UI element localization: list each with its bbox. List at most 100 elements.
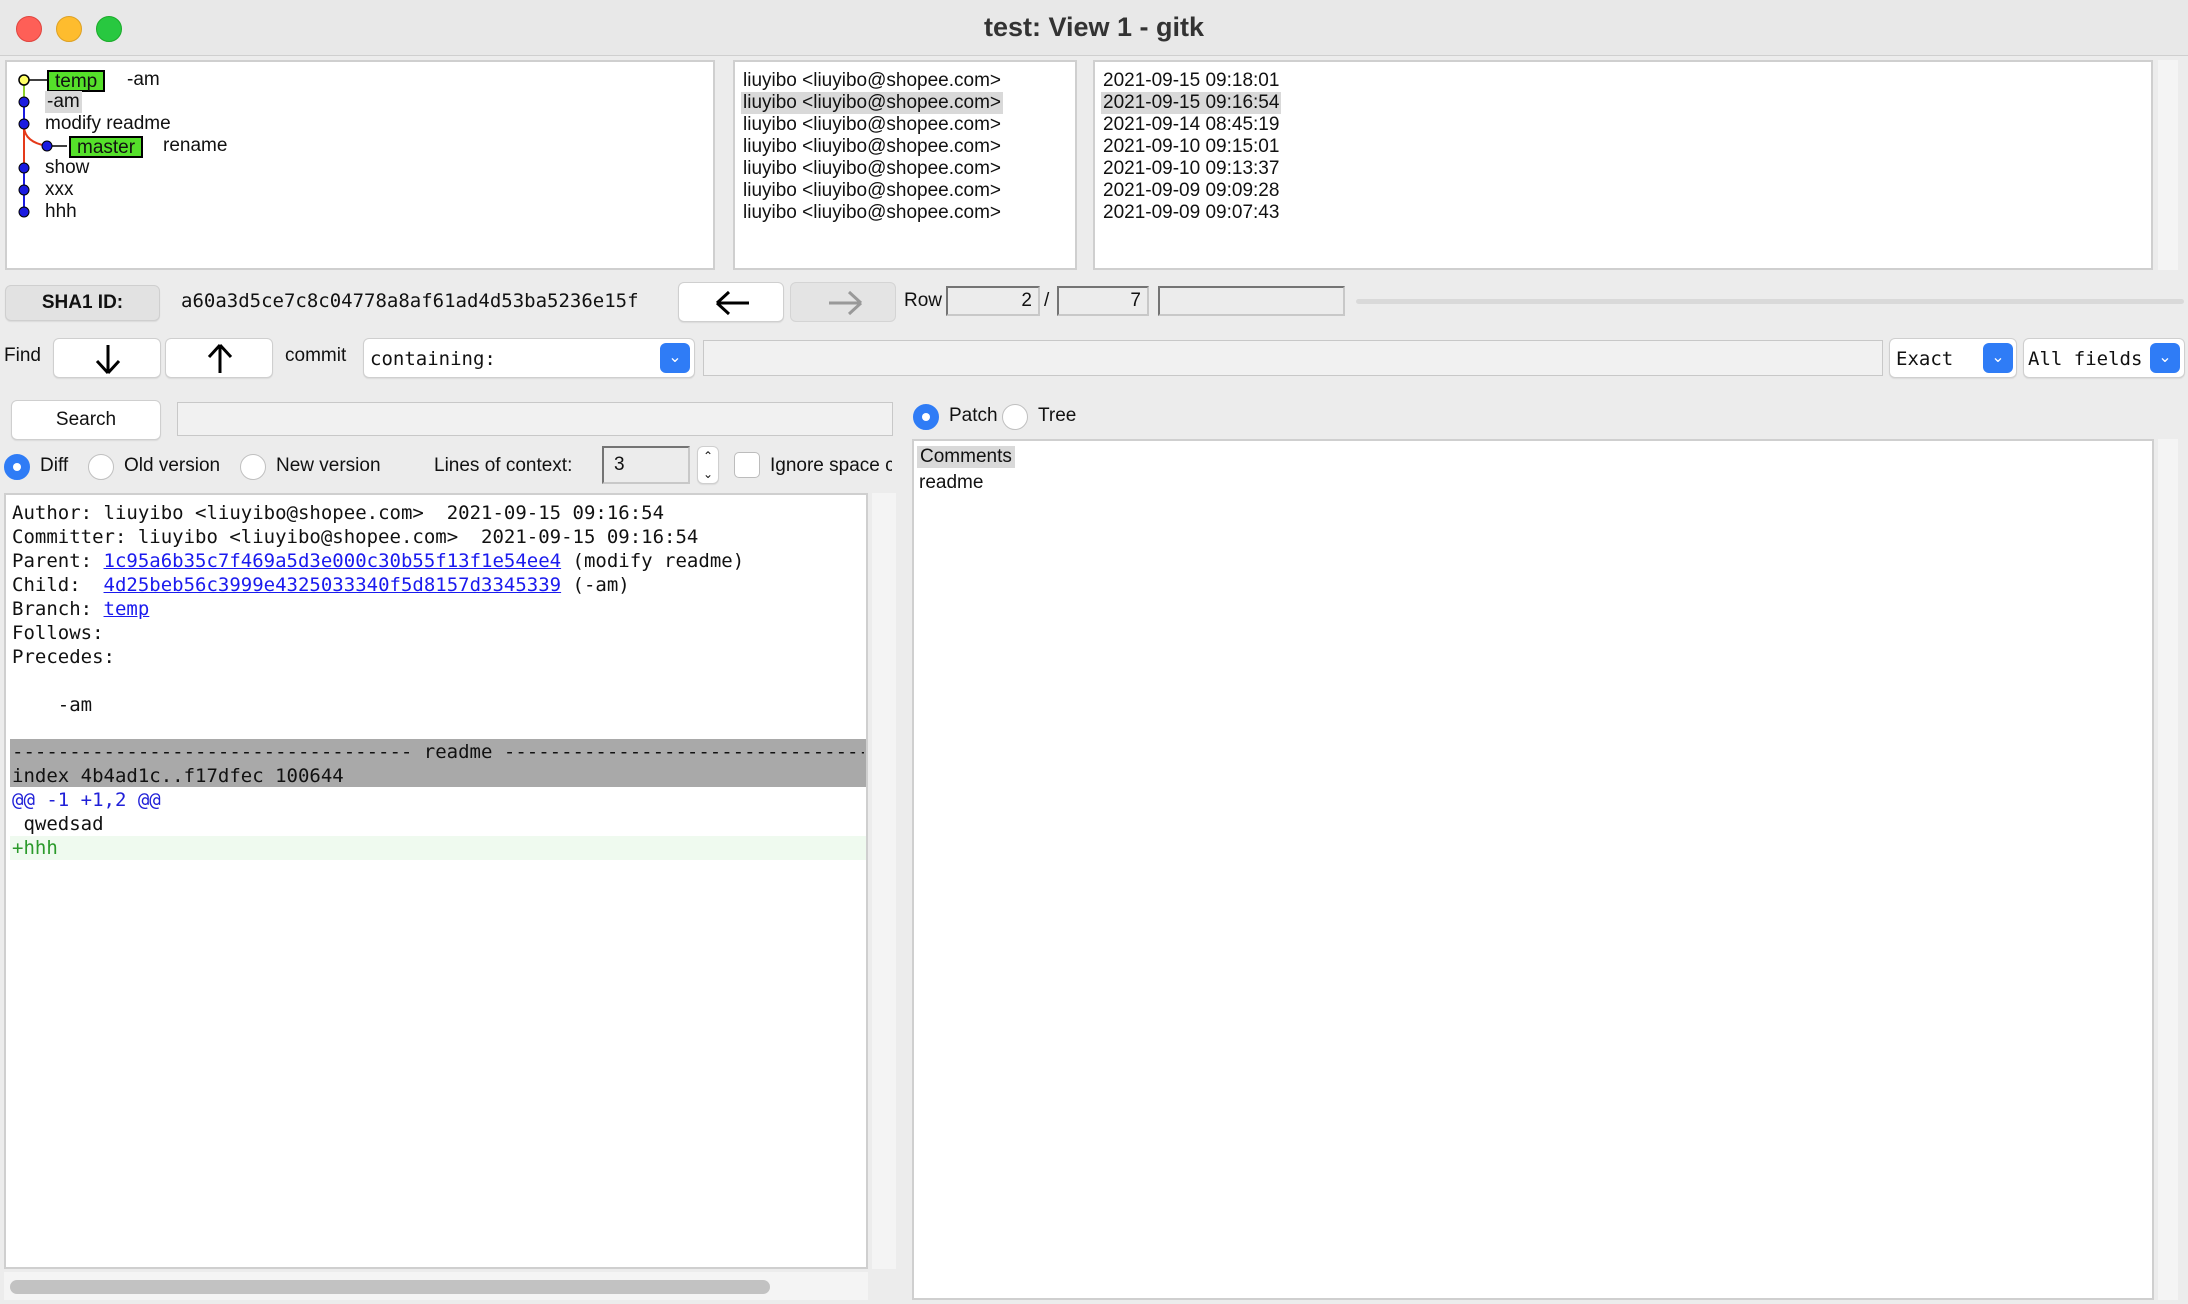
context-stepper[interactable]: ⌃ ⌄	[697, 446, 719, 484]
author-item[interactable]: liuyibo <liuyibo@shopee.com>	[743, 158, 1001, 180]
diff-radio[interactable]	[4, 454, 30, 480]
graph-node	[41, 140, 53, 152]
find-next-button[interactable]	[53, 338, 161, 378]
added-line-background	[10, 836, 866, 860]
graph-node	[18, 206, 30, 218]
search-button[interactable]: Search	[11, 400, 161, 440]
parent-hash-link[interactable]: 1c95a6b35c7f469a5d3e000c30b55f13f1e54ee4	[104, 550, 562, 572]
find-type-select[interactable]: containing:	[363, 338, 695, 378]
date-item[interactable]: 2021-09-09 09:07:43	[1103, 202, 1279, 224]
commit-graph-pane[interactable]: temp -am -am modify readme master rename…	[5, 60, 715, 270]
title-bar: test: View 1 - gitk	[0, 0, 2188, 56]
arrow-right-icon	[829, 290, 863, 316]
find-commit-label: commit	[285, 345, 347, 366]
commit-subject[interactable]: xxx	[45, 179, 74, 201]
row-current-field: 2	[946, 286, 1040, 316]
date-item[interactable]: 2021-09-14 08:45:19	[1103, 114, 1279, 136]
chevron-down-icon[interactable]: ⌄	[1983, 343, 2013, 373]
file-list-scrollbar[interactable]	[2158, 439, 2178, 1300]
progress-bar	[1356, 299, 2184, 304]
patch-radio[interactable]	[913, 404, 939, 430]
commit-message: -am	[12, 694, 93, 716]
search-input[interactable]	[177, 402, 893, 436]
author-label: Author:	[12, 502, 93, 524]
file-list-header[interactable]: Comments	[917, 446, 1015, 468]
author-item[interactable]: liuyibo <liuyibo@shopee.com>	[743, 136, 1001, 158]
old-version-radio[interactable]	[88, 454, 114, 480]
context-spinbox[interactable]: 3	[602, 446, 690, 484]
new-version-radio[interactable]	[240, 454, 266, 480]
commit-subject[interactable]: -am	[127, 69, 160, 91]
graph-node	[18, 184, 30, 196]
chevron-down-icon[interactable]: ⌄	[660, 343, 690, 373]
child-message: (-am)	[572, 574, 630, 596]
author-item[interactable]: liuyibo <liuyibo@shopee.com>	[743, 114, 1001, 136]
context-line: qwedsad	[12, 813, 104, 835]
author-item[interactable]: liuyibo <liuyibo@shopee.com>	[743, 202, 1001, 224]
date-item[interactable]: 2021-09-09 09:09:28	[1103, 180, 1279, 202]
details-horizontal-scrollbar[interactable]	[4, 1272, 868, 1300]
find-prev-button[interactable]	[165, 338, 273, 378]
patch-radio-label: Patch	[949, 405, 998, 426]
ignore-space-label: Ignore space c	[770, 455, 892, 476]
tree-radio[interactable]	[1002, 404, 1028, 430]
ignore-space-checkbox[interactable]	[734, 452, 760, 478]
date-item-selected[interactable]: 2021-09-15 09:16:54	[1101, 92, 1282, 114]
date-item[interactable]: 2021-09-10 09:15:01	[1103, 136, 1279, 158]
author-item-selected[interactable]: liuyibo <liuyibo@shopee.com>	[741, 92, 1003, 114]
file-list-pane[interactable]: Comments readme	[912, 439, 2154, 1300]
added-line: +hhh	[12, 837, 58, 859]
commit-subject[interactable]: modify readme	[45, 113, 171, 135]
chevron-up-icon[interactable]: ⌃	[703, 449, 713, 463]
parent-message: (modify readme)	[572, 550, 745, 572]
row-total-field: 7	[1057, 286, 1149, 316]
graph-node	[18, 118, 30, 130]
branch-link[interactable]: temp	[104, 598, 150, 620]
author-item[interactable]: liuyibo <liuyibo@shopee.com>	[743, 70, 1001, 92]
branch-label: Branch:	[12, 598, 93, 620]
new-version-label: New version	[276, 455, 381, 476]
graph-node-head	[18, 74, 30, 86]
back-button[interactable]	[678, 282, 784, 322]
find-text-input[interactable]	[703, 340, 1883, 376]
date-item[interactable]: 2021-09-10 09:13:37	[1103, 158, 1279, 180]
committer-label: Committer:	[12, 526, 127, 548]
sha1-label-button[interactable]: SHA1 ID:	[5, 285, 160, 321]
author-line: Author: liuyibo <liuyibo@shopee.com> 202…	[12, 501, 664, 525]
commit-subject[interactable]: rename	[163, 135, 227, 157]
commit-subject-selected[interactable]: -am	[45, 91, 82, 113]
hunk-header: @@ -1 +1,2 @@	[12, 789, 161, 811]
window-title: test: View 1 - gitk	[983, 12, 1205, 42]
ref-label-master[interactable]: master	[69, 136, 144, 158]
branch-line: Branch: temp	[12, 597, 149, 621]
arrow-up-icon	[207, 343, 233, 373]
commit-details-pane[interactable]: Author: liuyibo <liuyibo@shopee.com> 202…	[4, 493, 868, 1269]
graph-node	[18, 162, 30, 174]
chevron-down-icon[interactable]: ⌄	[703, 467, 713, 481]
forward-button[interactable]	[790, 282, 896, 322]
author-item[interactable]: liuyibo <liuyibo@shopee.com>	[743, 180, 1001, 202]
child-line: Child: 4d25beb56c3999e4325033340f5d8157d…	[12, 573, 630, 597]
commit-subject[interactable]: hhh	[45, 201, 77, 223]
row-separator: /	[1044, 290, 1050, 311]
chevron-down-icon[interactable]: ⌄	[2150, 343, 2180, 373]
list-scrollbar[interactable]	[2158, 60, 2178, 270]
index-line: index 4b4ad1c..f17dfec 100644	[12, 765, 344, 787]
horizontal-scroll-thumb[interactable]	[10, 1280, 770, 1294]
arrow-down-icon	[95, 345, 121, 375]
committer-value: liuyibo <liuyibo@shopee.com> 2021-09-15 …	[137, 526, 699, 548]
arrow-left-icon	[715, 290, 749, 316]
follows-line: Follows:	[12, 622, 104, 644]
date-pane[interactable]: 2021-09-15 09:18:01 2021-09-15 09:16:54 …	[1093, 60, 2153, 270]
details-vertical-scrollbar[interactable]	[872, 493, 896, 1269]
commit-subject[interactable]: show	[45, 157, 89, 179]
file-item[interactable]: readme	[919, 472, 983, 494]
author-value: liuyibo <liuyibo@shopee.com> 2021-09-15 …	[103, 502, 665, 524]
date-item[interactable]: 2021-09-15 09:18:01	[1103, 70, 1279, 92]
child-hash-link[interactable]: 4d25beb56c3999e4325033340f5d8157d3345339	[104, 574, 562, 596]
parent-label: Parent:	[12, 550, 93, 572]
graph-node	[18, 96, 30, 108]
author-pane[interactable]: liuyibo <liuyibo@shopee.com> liuyibo <li…	[733, 60, 1077, 270]
sha1-id-field[interactable]: a60a3d5ce7c8c04778a8af61ad4d53ba5236e15f	[173, 285, 668, 319]
ref-label-temp[interactable]: temp	[47, 70, 106, 92]
